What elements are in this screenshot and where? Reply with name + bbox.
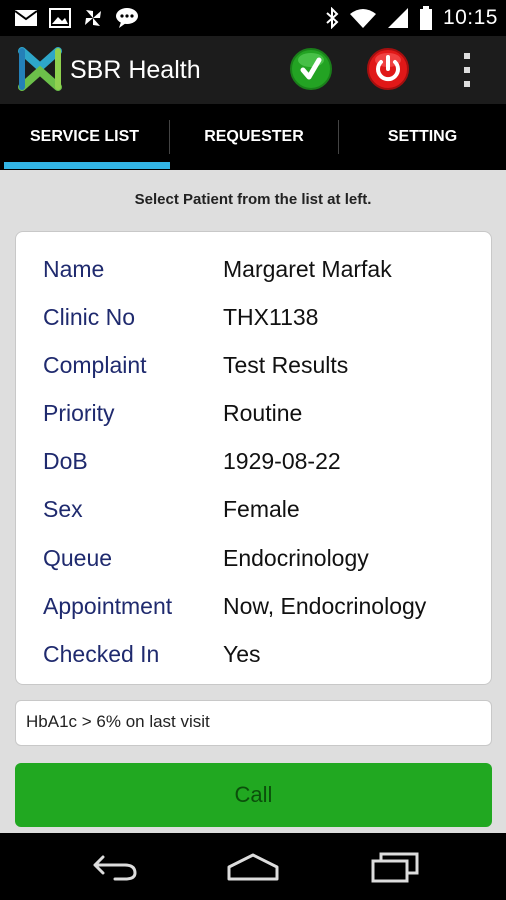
clock: 10:15 xyxy=(442,6,498,29)
detail-label: Sex xyxy=(43,496,83,522)
patient-note-field[interactable]: HbA1c > 6% on last visit xyxy=(15,700,492,746)
detail-label: Name xyxy=(43,256,105,282)
status-bar: 10:15 xyxy=(0,0,506,36)
detail-label: Queue xyxy=(43,545,113,571)
detail-label: Priority xyxy=(43,400,115,426)
app-title: SBR Health xyxy=(70,56,201,84)
pinwheel-icon xyxy=(85,10,101,26)
detail-value: Margaret Marfak xyxy=(223,256,392,282)
call-button[interactable]: Call xyxy=(15,763,492,827)
bluetooth-icon xyxy=(326,7,339,29)
detail-value: 1929-08-22 xyxy=(223,448,341,474)
power-icon xyxy=(367,48,409,90)
signal-icon xyxy=(387,8,408,28)
detail-row-clinic-no: Clinic No THX1138 xyxy=(16,304,493,352)
navigation-bar xyxy=(0,833,506,900)
detail-row-appointment: Appointment Now, Endocrinology xyxy=(16,593,493,641)
detail-row-dob: DoB 1929-08-22 xyxy=(16,448,493,496)
power-button[interactable] xyxy=(366,47,410,91)
detail-row-name: Name Margaret Marfak xyxy=(16,256,493,304)
action-bar: SBR Health xyxy=(0,36,506,104)
detail-label: Appointment xyxy=(43,593,173,619)
detail-label: Complaint xyxy=(43,352,147,378)
detail-value: Female xyxy=(223,496,300,522)
detail-label: DoB xyxy=(43,448,88,474)
back-icon xyxy=(93,855,137,881)
detail-value: Endocrinology xyxy=(223,545,369,571)
instruction-text: Select Patient from the list at left. xyxy=(134,191,372,208)
detail-label: Clinic No xyxy=(43,304,136,330)
home-icon xyxy=(227,853,279,881)
detail-row-sex: Sex Female xyxy=(16,496,493,544)
tab-requester[interactable]: REQUESTER xyxy=(170,104,338,170)
tab-setting[interactable]: SETTING xyxy=(339,104,506,170)
detail-value: THX1138 xyxy=(223,304,319,330)
app-logo-icon xyxy=(18,47,62,91)
detail-value: Yes xyxy=(223,641,261,667)
home-button[interactable] xyxy=(223,845,283,887)
tab-bar: SERVICE LIST REQUESTER SETTING xyxy=(0,104,506,170)
detail-row-checked-in: Checked In Yes xyxy=(16,641,493,689)
back-button[interactable] xyxy=(83,845,143,887)
battery-icon xyxy=(419,6,432,30)
check-icon xyxy=(290,48,332,90)
recents-button[interactable] xyxy=(365,845,425,887)
detail-value: Now, Endocrinology xyxy=(223,593,427,619)
detail-label: Checked In xyxy=(43,641,160,667)
detail-row-complaint: Complaint Test Results xyxy=(16,352,493,400)
chat-icon xyxy=(116,8,138,28)
detail-row-priority: Priority Routine xyxy=(16,400,493,448)
wifi-icon xyxy=(349,9,376,28)
recents-icon xyxy=(371,852,419,883)
overflow-menu-icon xyxy=(464,53,470,59)
tab-selected-indicator xyxy=(4,162,170,169)
tab-service-list[interactable]: SERVICE LIST xyxy=(0,104,169,170)
detail-value: Routine xyxy=(223,400,303,426)
image-icon xyxy=(49,8,71,28)
check-in-button[interactable] xyxy=(289,47,333,91)
detail-row-queue: Queue Endocrinology xyxy=(16,545,493,593)
mail-icon xyxy=(14,10,38,26)
overflow-menu-button[interactable] xyxy=(455,50,479,90)
detail-value: Test Results xyxy=(223,352,349,378)
patient-details-card: Name Margaret Marfak Clinic No THX1138 C… xyxy=(15,231,492,685)
